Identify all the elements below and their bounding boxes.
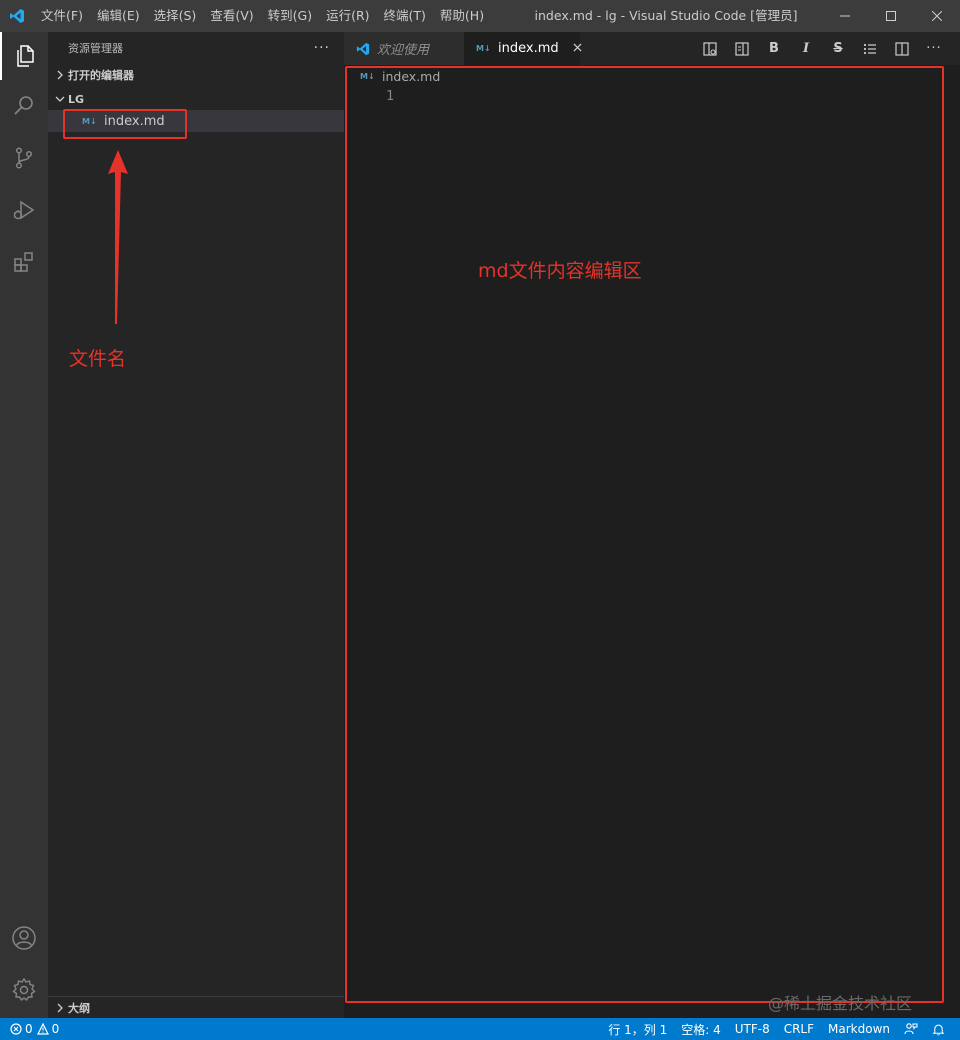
vscode-logo-icon: [0, 0, 34, 32]
tab-index-md[interactable]: M↓ index.md: [464, 32, 582, 65]
tab-label: index.md: [498, 41, 559, 56]
folder-label: LG: [68, 92, 85, 106]
source-control-icon: [15, 147, 33, 169]
preview-side-button[interactable]: [726, 32, 758, 65]
menu-edit[interactable]: 编辑(E): [90, 0, 147, 32]
notifications-button[interactable]: [925, 1023, 952, 1036]
annotation-arrow-icon: [108, 150, 128, 324]
chevron-right-icon: [52, 67, 68, 83]
menu-bar: 文件(F) 编辑(E) 选择(S) 查看(V) 转到(G) 运行(R) 终端(T…: [34, 0, 491, 32]
encoding[interactable]: UTF-8: [728, 1022, 777, 1036]
watermark: @稀土掘金技术社区: [768, 994, 913, 1013]
status-right: 行 1，列 1 空格: 4 UTF-8 CRLF Markdown: [601, 1018, 952, 1040]
tab-label: 欢迎使用: [377, 43, 430, 58]
explorer-title: 资源管理器: [68, 42, 123, 55]
warning-count: 0: [51, 1022, 60, 1036]
editor-area-annotation: md文件内容编辑区: [478, 260, 642, 282]
end-of-line[interactable]: CRLF: [777, 1022, 821, 1036]
open-editors-label: 打开的编辑器: [68, 69, 134, 82]
error-icon: [10, 1023, 22, 1035]
menu-go[interactable]: 转到(G): [261, 0, 319, 32]
preview-side-icon: [735, 41, 749, 56]
source-control-button[interactable]: [0, 134, 48, 182]
error-count: 0: [25, 1022, 33, 1036]
editor-area-highlight-box: [345, 66, 944, 1003]
vscode-logo-icon: [356, 42, 370, 55]
indentation[interactable]: 空格: 4: [674, 1021, 728, 1038]
menu-selection[interactable]: 选择(S): [147, 0, 204, 32]
outline-label: 大纲: [68, 1001, 90, 1015]
problems-status[interactable]: 0 0: [0, 1022, 59, 1036]
gear-icon: [12, 977, 36, 1002]
chevron-right-icon: [52, 1000, 68, 1016]
status-bar: 0 0 行 1，列 1 空格: 4 UTF-8 CRLF Markdown: [0, 1018, 960, 1040]
files-icon: [17, 45, 34, 67]
open-editors-section[interactable]: 打开的编辑器: [48, 64, 344, 86]
open-preview-button[interactable]: [694, 32, 726, 65]
italic-button[interactable]: I: [790, 32, 822, 65]
list-icon: [863, 43, 876, 54]
cursor-position[interactable]: 行 1，列 1: [601, 1021, 674, 1038]
markdown-icon: M↓: [476, 44, 491, 53]
window-controls: [822, 0, 960, 32]
close-icon: [932, 11, 942, 21]
feedback-button[interactable]: [897, 1022, 925, 1036]
accounts-button[interactable]: [0, 914, 48, 962]
menu-run[interactable]: 运行(R): [319, 0, 376, 32]
manage-button[interactable]: [0, 966, 48, 1014]
strikethrough-button[interactable]: S: [822, 32, 854, 65]
account-icon: [12, 926, 36, 950]
activity-bar: [0, 32, 48, 1018]
search-icon: [14, 96, 33, 115]
editor-tabs: 欢迎使用 M↓ index.md B I S ···: [344, 32, 960, 65]
menu-help[interactable]: 帮助(H): [433, 0, 491, 32]
run-debug-button[interactable]: [0, 186, 48, 234]
file-name-highlight-box: [63, 109, 187, 139]
maximize-button[interactable]: [868, 0, 914, 32]
split-editor-icon: [895, 41, 909, 56]
title-bar: 文件(F) 编辑(E) 选择(S) 查看(V) 转到(G) 运行(R) 终端(T…: [0, 0, 960, 32]
extensions-icon: [14, 252, 33, 272]
search-button[interactable]: [0, 82, 48, 130]
warning-icon: [36, 1023, 49, 1035]
run-debug-icon: [13, 200, 35, 220]
more-icon: ···: [926, 41, 942, 56]
menu-terminal[interactable]: 终端(T): [377, 0, 433, 32]
bold-icon: B: [769, 41, 779, 56]
list-button[interactable]: [854, 32, 886, 65]
explorer-button[interactable]: [0, 32, 48, 80]
editor-actions: B I S ···: [694, 32, 950, 65]
close-window-button[interactable]: [914, 0, 960, 32]
close-icon: [573, 43, 582, 52]
italic-icon: I: [802, 41, 810, 56]
more-editor-actions-button[interactable]: ···: [918, 32, 950, 65]
feedback-icon: [904, 1023, 918, 1035]
minimize-button[interactable]: [822, 0, 868, 32]
outline-section[interactable]: 大纲: [48, 996, 344, 1018]
tab-welcome[interactable]: 欢迎使用: [344, 32, 464, 65]
split-editor-button[interactable]: [886, 32, 918, 65]
file-name-annotation: 文件名: [69, 348, 127, 370]
bold-button[interactable]: B: [758, 32, 790, 65]
chevron-down-icon: [52, 91, 68, 107]
bell-icon: [932, 1024, 945, 1035]
menu-file[interactable]: 文件(F): [34, 0, 90, 32]
close-tab-button[interactable]: [573, 41, 582, 56]
minimize-icon: [840, 15, 850, 17]
extensions-button[interactable]: [0, 238, 48, 286]
maximize-icon: [886, 11, 896, 21]
explorer-sidebar: 资源管理器 ··· 打开的编辑器 LG M↓ index.md 大纲: [48, 32, 344, 1018]
more-actions-button[interactable]: ···: [314, 40, 330, 56]
menu-view[interactable]: 查看(V): [203, 0, 260, 32]
explorer-header: 资源管理器 ···: [48, 32, 344, 64]
language-mode[interactable]: Markdown: [821, 1022, 897, 1036]
strikethrough-icon: S: [833, 41, 843, 56]
folder-section[interactable]: LG: [48, 88, 344, 110]
preview-icon: [703, 41, 717, 56]
